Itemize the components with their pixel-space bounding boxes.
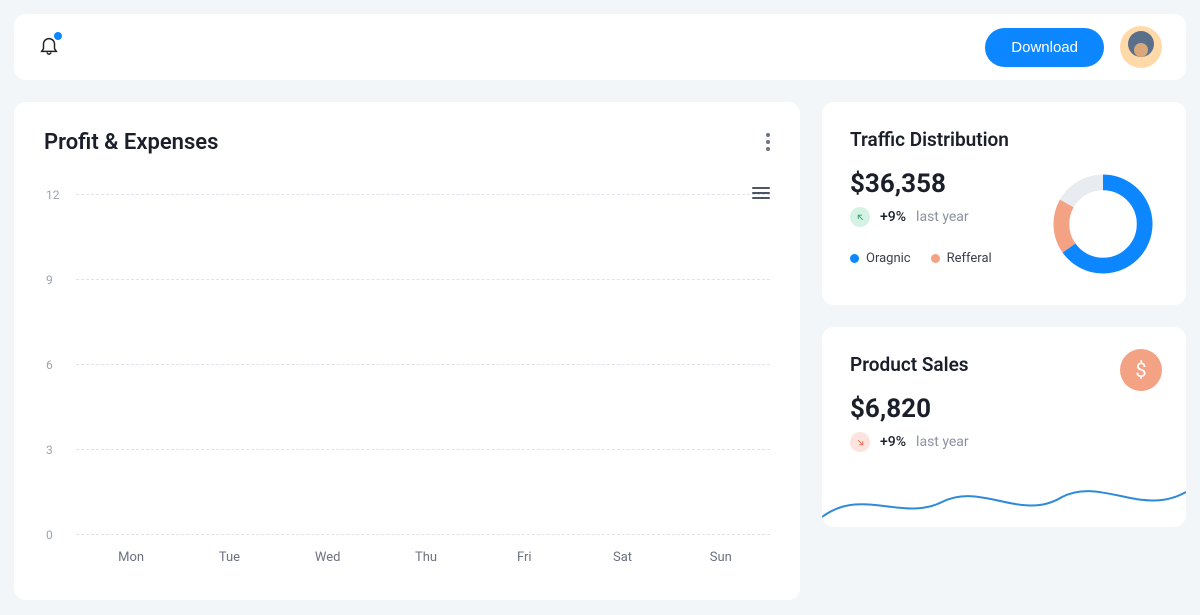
product-sales-card: $ Product Sales $6,820 +9% last year	[822, 327, 1186, 527]
x-tick-label: Mon	[82, 550, 180, 565]
traffic-value: $36,358	[850, 169, 992, 199]
sales-delta: +9%	[880, 434, 906, 450]
download-button[interactable]: Download	[985, 28, 1104, 67]
y-tick-label: 3	[46, 443, 53, 457]
profit-expenses-chart: 036912 MonTueWedThuFriSatSun	[44, 195, 770, 575]
sales-title: Product Sales	[850, 353, 1158, 376]
profit-expenses-card: Profit & Expenses 0 3 6 9 12 MonTueWedThuFri…	[14, 102, 800, 600]
sales-sparkline	[822, 477, 1186, 527]
avatar[interactable]	[1120, 26, 1162, 68]
x-tick-label: Thu	[377, 550, 475, 565]
arrow-up-left-icon	[850, 207, 870, 227]
traffic-title: Traffic Distribution	[850, 128, 1158, 151]
chart-title: Profit & Expenses	[44, 130, 770, 155]
y-tick-label: 6	[46, 358, 53, 372]
traffic-delta: +9%	[880, 209, 906, 225]
notification-dot	[54, 32, 62, 40]
topbar: Download	[14, 14, 1186, 80]
more-options-icon[interactable]	[766, 130, 770, 154]
sales-period: last year	[916, 434, 969, 450]
arrow-down-right-icon	[850, 432, 870, 452]
y-tick-label: 12	[46, 188, 60, 202]
dot-icon	[931, 254, 940, 263]
traffic-distribution-card: Traffic Distribution $36,358 +9% last ye…	[822, 102, 1186, 305]
x-tick-label: Sun	[672, 550, 770, 565]
traffic-legend: Oragnic Refferal	[850, 251, 992, 266]
y-tick-label: 0	[46, 528, 53, 542]
legend-organic: Oragnic	[850, 251, 911, 266]
dollar-icon: $	[1120, 349, 1162, 391]
x-tick-label: Fri	[475, 550, 573, 565]
dot-icon	[850, 254, 859, 263]
x-tick-label: Sat	[573, 550, 671, 565]
x-tick-label: Wed	[279, 550, 377, 565]
x-tick-label: Tue	[180, 550, 278, 565]
traffic-donut-chart	[1048, 169, 1158, 279]
sales-value: $6,820	[850, 394, 1158, 424]
y-tick-label: 9	[46, 273, 53, 287]
notifications-bell-icon[interactable]	[38, 34, 60, 60]
traffic-period: last year	[916, 209, 969, 225]
legend-referral: Refferal	[931, 251, 992, 266]
